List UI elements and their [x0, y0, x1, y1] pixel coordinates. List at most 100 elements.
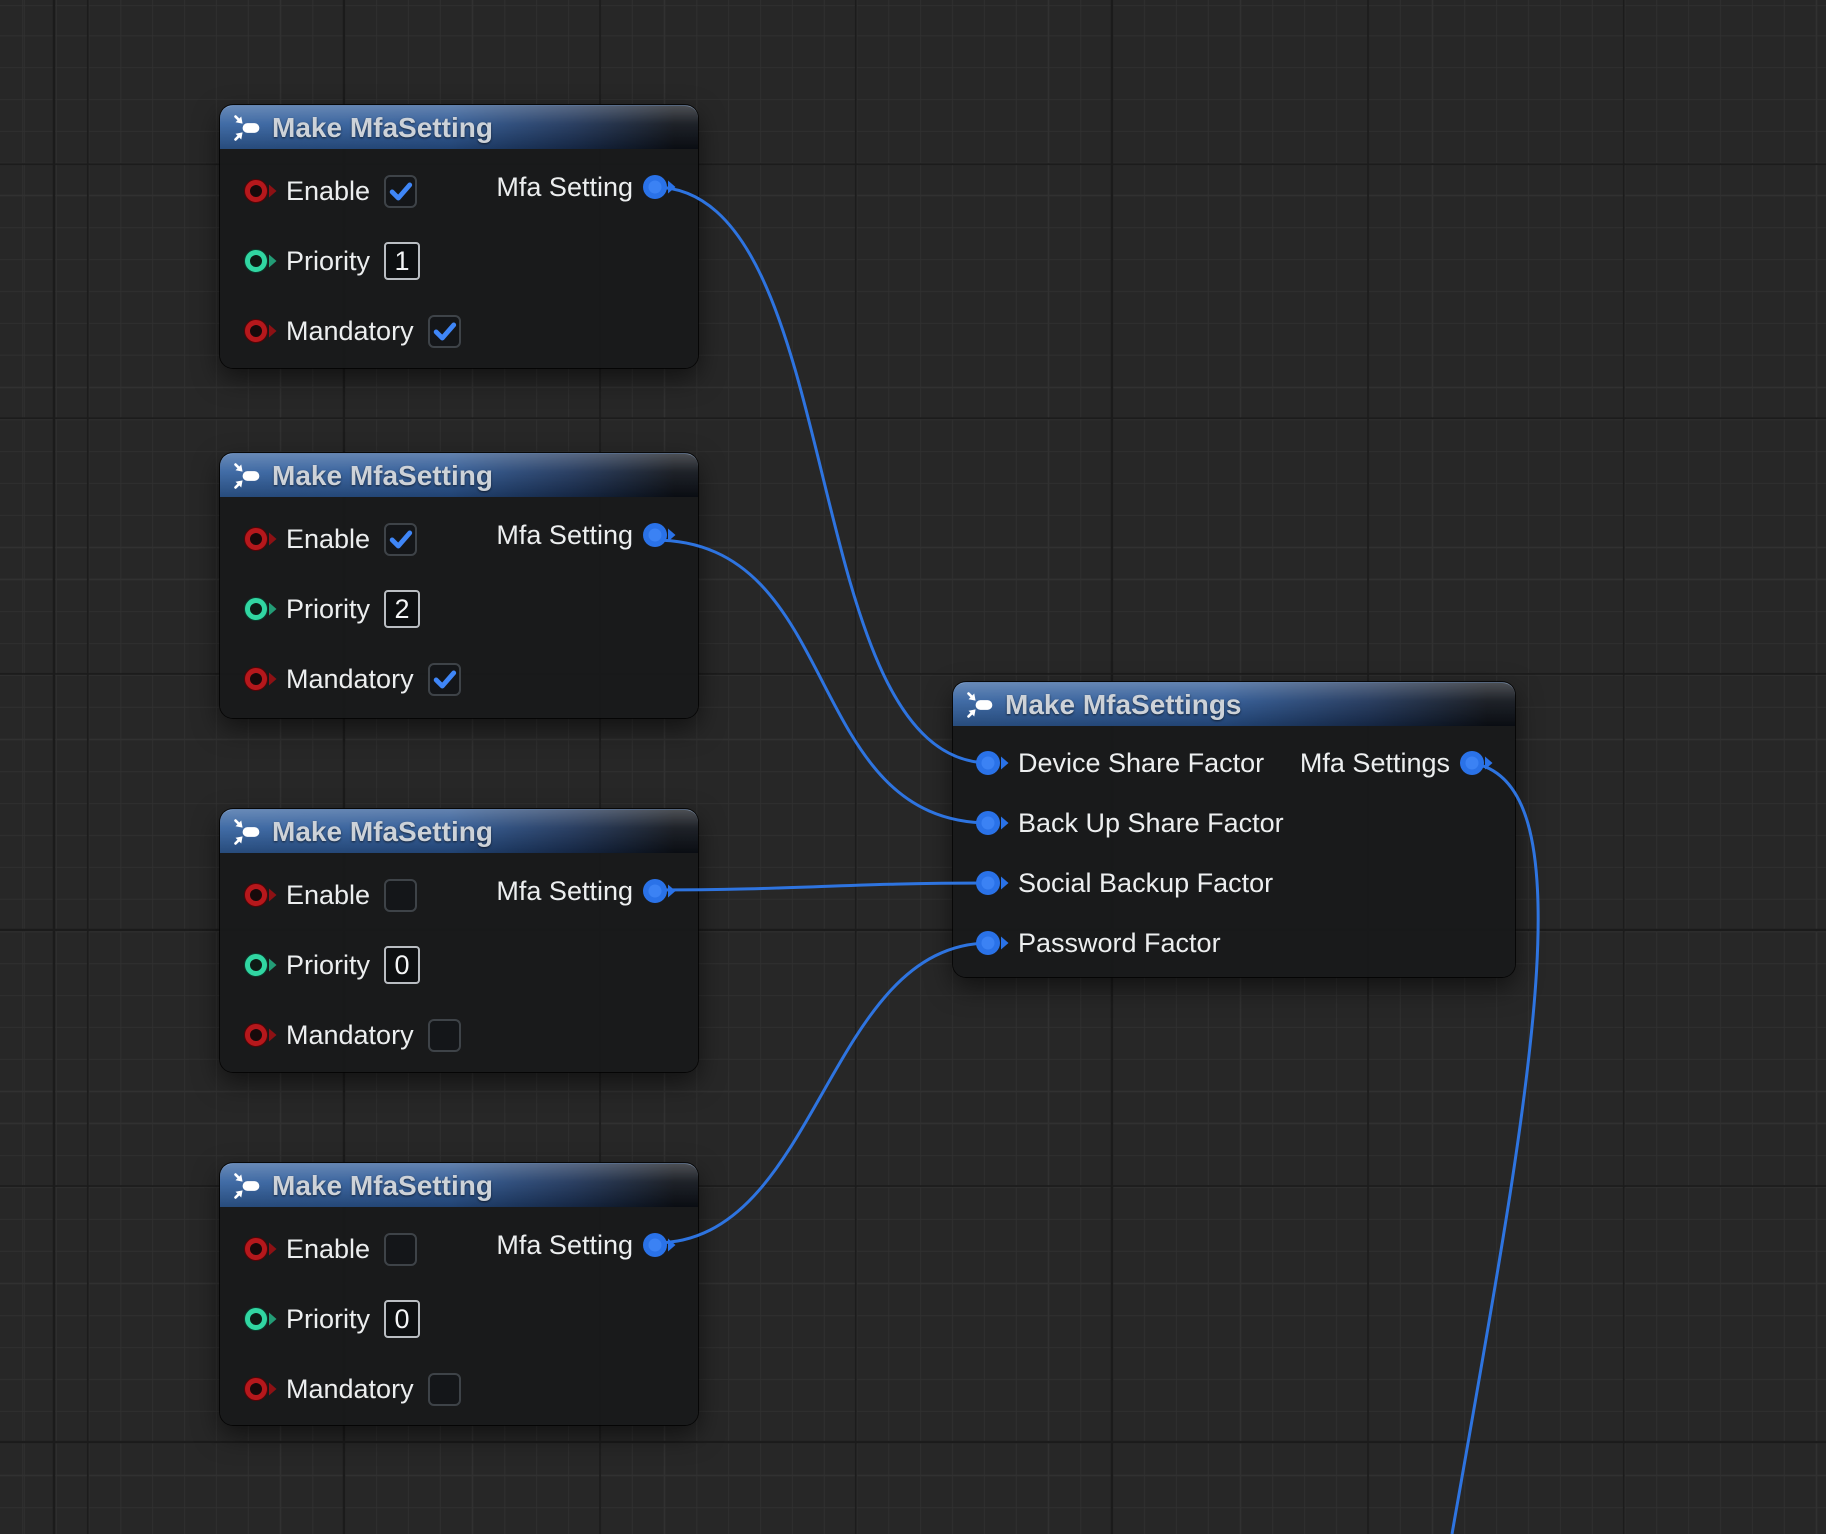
priority-input[interactable]: 2 — [384, 590, 420, 628]
make-struct-icon — [965, 689, 995, 721]
pin-label: Enable — [286, 176, 370, 207]
pin-row-back-up-share-factor: Back Up Share Factor — [974, 806, 1284, 840]
pin-label: Priority — [286, 594, 370, 625]
priority-input[interactable]: 1 — [384, 242, 420, 280]
checkmark-icon — [386, 177, 415, 206]
pin-row-priority: Priority 1 — [242, 244, 420, 278]
node-header[interactable]: Make MfaSettings — [953, 682, 1515, 726]
bool-pin-icon[interactable] — [242, 316, 278, 346]
wire-node2-to-back-up-share-factor[interactable] — [654, 540, 990, 823]
mandatory-checkbox[interactable] — [428, 663, 461, 696]
struct-pin-icon[interactable] — [641, 1230, 677, 1260]
make-struct-icon — [232, 816, 262, 848]
node-title: Make MfaSetting — [272, 112, 493, 144]
node-header[interactable]: Make MfaSetting — [220, 1163, 698, 1207]
pin-row-mfa-setting-output: Mfa Setting — [496, 518, 677, 552]
pin-label: Mfa Setting — [496, 520, 633, 551]
pin-row-mandatory: Mandatory — [242, 662, 461, 696]
pin-row-priority: Priority 0 — [242, 1302, 420, 1336]
node-title: Make MfaSetting — [272, 1170, 493, 1202]
blueprint-graph-canvas[interactable]: { "canvas": { "background": "#272727", "… — [0, 0, 1826, 1534]
enable-checkbox[interactable] — [384, 879, 417, 912]
checkmark-icon — [430, 665, 459, 694]
make-struct-icon — [232, 1170, 262, 1202]
node-title: Make MfaSettings — [1005, 689, 1242, 721]
pin-label: Mfa Setting — [496, 172, 633, 203]
pin-label: Mandatory — [286, 1374, 414, 1405]
pin-row-mfa-settings-output: Mfa Settings — [1300, 746, 1494, 780]
pin-row-enable: Enable — [242, 1232, 417, 1266]
wire-node4-to-password-factor[interactable] — [655, 943, 990, 1243]
bool-pin-icon[interactable] — [242, 1020, 278, 1050]
node-make-mfasetting-4[interactable]: Make MfaSetting Enable Priority 0 Mandat — [220, 1163, 698, 1425]
pin-row-mfa-setting-output: Mfa Setting — [496, 170, 677, 204]
struct-pin-icon[interactable] — [641, 172, 677, 202]
struct-pin-icon[interactable] — [641, 876, 677, 906]
pin-label: Social Backup Factor — [1018, 868, 1273, 899]
struct-pin-icon[interactable] — [641, 520, 677, 550]
bool-pin-icon[interactable] — [242, 880, 278, 910]
enable-checkbox[interactable] — [384, 175, 417, 208]
node-header[interactable]: Make MfaSetting — [220, 809, 698, 853]
bool-pin-icon[interactable] — [242, 176, 278, 206]
pin-row-enable: Enable — [242, 174, 417, 208]
enable-checkbox[interactable] — [384, 1233, 417, 1266]
struct-pin-icon[interactable] — [974, 808, 1010, 838]
pin-label: Enable — [286, 880, 370, 911]
node-title: Make MfaSetting — [272, 460, 493, 492]
bool-pin-icon[interactable] — [242, 664, 278, 694]
int-pin-icon[interactable] — [242, 950, 278, 980]
pin-label: Mfa Setting — [496, 876, 633, 907]
pin-row-device-share-factor: Device Share Factor — [974, 746, 1264, 780]
enable-checkbox[interactable] — [384, 523, 417, 556]
make-struct-icon — [232, 112, 262, 144]
mandatory-checkbox[interactable] — [428, 1373, 461, 1406]
pin-row-enable: Enable — [242, 522, 417, 556]
struct-pin-icon[interactable] — [974, 748, 1010, 778]
pin-row-mandatory: Mandatory — [242, 1372, 461, 1406]
node-make-mfasetting-2[interactable]: Make MfaSetting Enable Priority 2 Mandat — [220, 453, 698, 718]
pin-row-enable: Enable — [242, 878, 417, 912]
checkmark-icon — [430, 317, 459, 346]
pin-label: Priority — [286, 950, 370, 981]
make-struct-icon — [232, 460, 262, 492]
bool-pin-icon[interactable] — [242, 1234, 278, 1264]
struct-pin-icon[interactable] — [974, 868, 1010, 898]
priority-input[interactable]: 0 — [384, 946, 420, 984]
mandatory-checkbox[interactable] — [428, 1019, 461, 1052]
pin-label: Mandatory — [286, 1020, 414, 1051]
checkmark-icon — [386, 525, 415, 554]
node-header[interactable]: Make MfaSetting — [220, 453, 698, 497]
pin-label: Mfa Setting — [496, 1230, 633, 1261]
pin-label: Back Up Share Factor — [1018, 808, 1284, 839]
wire-node1-to-device-share-factor[interactable] — [654, 187, 990, 763]
wire-node3-to-social-backup-factor[interactable] — [653, 883, 990, 890]
node-title: Make MfaSetting — [272, 816, 493, 848]
priority-input[interactable]: 0 — [384, 1300, 420, 1338]
pin-label: Enable — [286, 524, 370, 555]
int-pin-icon[interactable] — [242, 246, 278, 276]
pin-label: Enable — [286, 1234, 370, 1265]
node-make-mfasettings[interactable]: Make MfaSettings Device Share Factor Bac… — [953, 682, 1515, 977]
pin-row-mandatory: Mandatory — [242, 314, 461, 348]
int-pin-icon[interactable] — [242, 1304, 278, 1334]
pin-row-priority: Priority 0 — [242, 948, 420, 982]
node-make-mfasetting-3[interactable]: Make MfaSetting Enable Priority 0 Mandat — [220, 809, 698, 1072]
pin-label: Priority — [286, 246, 370, 277]
struct-pin-icon[interactable] — [1458, 748, 1494, 778]
node-header[interactable]: Make MfaSetting — [220, 105, 698, 149]
bool-pin-icon[interactable] — [242, 524, 278, 554]
mandatory-checkbox[interactable] — [428, 315, 461, 348]
pin-row-mfa-setting-output: Mfa Setting — [496, 1228, 677, 1262]
node-make-mfasetting-1[interactable]: Make MfaSetting Enable Priority 1 Mandat — [220, 105, 698, 368]
pin-label: Password Factor — [1018, 928, 1221, 959]
pin-label: Device Share Factor — [1018, 748, 1264, 779]
pin-label: Mfa Settings — [1300, 748, 1450, 779]
pin-label: Mandatory — [286, 664, 414, 695]
pin-label: Priority — [286, 1304, 370, 1335]
pin-label: Mandatory — [286, 316, 414, 347]
bool-pin-icon[interactable] — [242, 1374, 278, 1404]
int-pin-icon[interactable] — [242, 594, 278, 624]
struct-pin-icon[interactable] — [974, 928, 1010, 958]
pin-row-social-backup-factor: Social Backup Factor — [974, 866, 1273, 900]
